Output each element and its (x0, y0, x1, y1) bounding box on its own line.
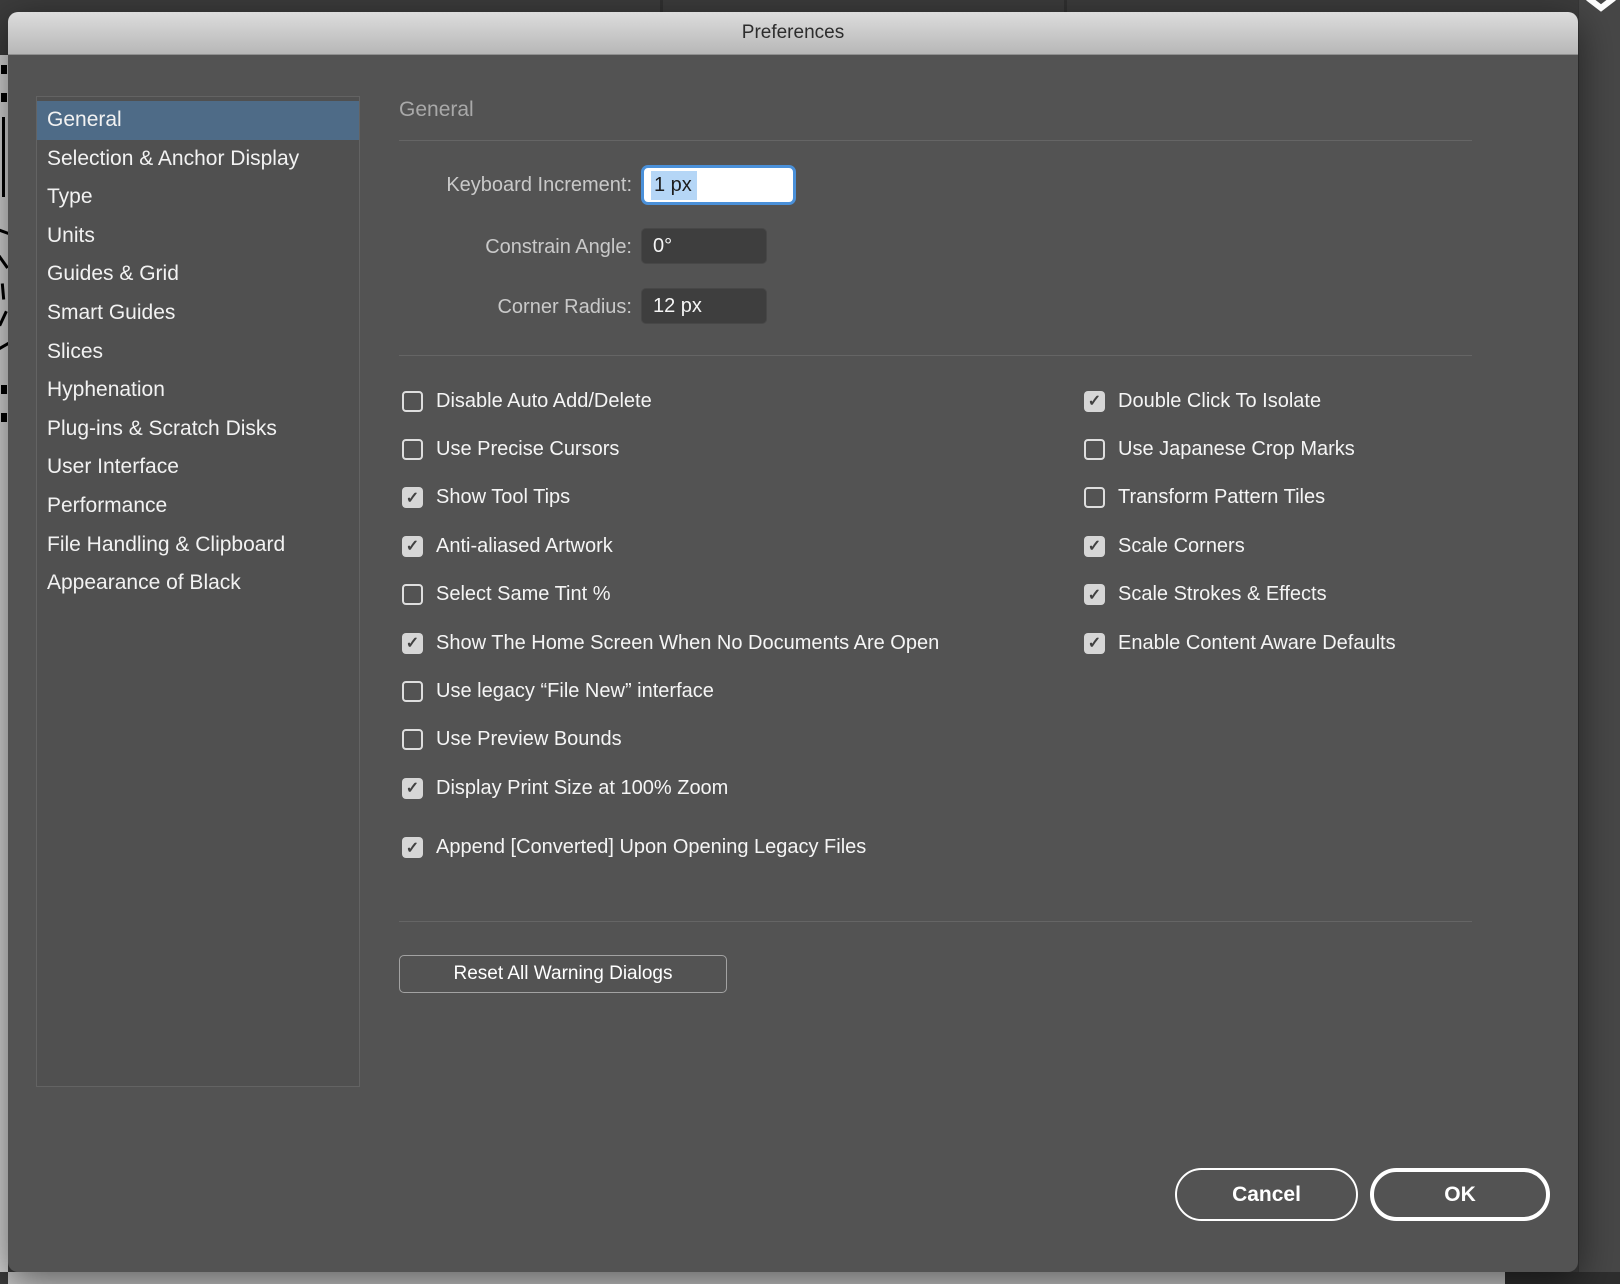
scale-strokes-effects-checkbox[interactable]: ✓ (1084, 584, 1105, 605)
show-the-home-screen-when-no-documents-are-open-label: Show The Home Screen When No Documents A… (436, 632, 939, 655)
checkbox-row-disable-auto-add-delete: Disable Auto Add/Delete (402, 377, 939, 425)
enable-content-aware-defaults-label: Enable Content Aware Defaults (1118, 632, 1396, 655)
background-artwork (0, 55, 8, 1272)
background-panel-divider (660, 0, 663, 12)
corner-radius-label: Corner Radius: (497, 296, 632, 319)
display-print-size-at-100-zoom-label: Display Print Size at 100% Zoom (436, 777, 728, 800)
append-converted-upon-opening-legacy-files-label: Append [Converted] Upon Opening Legacy F… (436, 836, 866, 859)
checkbox-row-use-japanese-crop-marks: Use Japanese Crop Marks (1084, 425, 1396, 473)
constrain-angle-label: Constrain Angle: (485, 236, 632, 259)
sidebar-item-type[interactable]: Type (37, 178, 359, 217)
background-panel-corner (1505, 1272, 1620, 1284)
dialog-title: Preferences (742, 22, 844, 44)
enable-content-aware-defaults-checkbox[interactable]: ✓ (1084, 633, 1105, 654)
background-right-panel (1578, 0, 1620, 1284)
disable-auto-add-delete-label: Disable Auto Add/Delete (436, 390, 652, 413)
use-legacy-file-new-interface-checkbox[interactable] (402, 681, 423, 702)
use-japanese-crop-marks-label: Use Japanese Crop Marks (1118, 438, 1355, 461)
anti-aliased-artwork-checkbox[interactable]: ✓ (402, 536, 423, 557)
sidebar-item-file-handling-clipboard[interactable]: File Handling & Clipboard (37, 526, 359, 565)
corner-radius-input[interactable]: 12 px (641, 288, 767, 324)
divider (399, 355, 1472, 356)
selected-text: 1 px (651, 171, 697, 200)
checkbox-row-use-preview-bounds: Use Preview Bounds (402, 716, 939, 764)
transform-pattern-tiles-checkbox[interactable] (1084, 487, 1105, 508)
scale-strokes-effects-label: Scale Strokes & Effects (1118, 583, 1327, 606)
anti-aliased-artwork-label: Anti-aliased Artwork (436, 535, 613, 558)
sidebar-item-slices[interactable]: Slices (37, 333, 359, 372)
sidebar-item-plug-ins-scratch-disks[interactable]: Plug-ins & Scratch Disks (37, 410, 359, 449)
keyboard-increment-label: Keyboard Increment: (446, 174, 632, 197)
divider (399, 140, 1472, 141)
dialog-titlebar[interactable]: Preferences (8, 12, 1578, 55)
use-legacy-file-new-interface-label: Use legacy “File New” interface (436, 680, 714, 703)
checkbox-row-anti-aliased-artwork: ✓ Anti-aliased Artwork (402, 522, 939, 570)
show-the-home-screen-when-no-documents-are-open-checkbox[interactable]: ✓ (402, 633, 423, 654)
checkbox-row-use-precise-cursors: Use Precise Cursors (402, 425, 939, 473)
disable-auto-add-delete-checkbox[interactable] (402, 391, 423, 412)
checkbox-row-enable-content-aware-defaults: ✓ Enable Content Aware Defaults (1084, 619, 1396, 667)
background-artboard-edge (8, 1272, 1505, 1284)
checkbox-row-transform-pattern-tiles: Transform Pattern Tiles (1084, 474, 1396, 522)
ok-button[interactable]: OK (1370, 1168, 1550, 1221)
divider (399, 921, 1472, 922)
append-converted-upon-opening-legacy-files-checkbox[interactable]: ✓ (402, 837, 423, 858)
checkbox-row-show-tool-tips: ✓ Show Tool Tips (402, 474, 939, 522)
reset-all-warning-dialogs-button[interactable]: Reset All Warning Dialogs (399, 955, 727, 993)
checkbox-column-left: Disable Auto Add/Delete Use Precise Curso… (402, 377, 939, 872)
double-click-to-isolate-checkbox[interactable]: ✓ (1084, 391, 1105, 412)
show-tool-tips-label: Show Tool Tips (436, 486, 570, 509)
checkbox-row-use-legacy-file-new-interface: Use legacy “File New” interface (402, 667, 939, 715)
background-panel-divider (1064, 0, 1067, 12)
checkbox-row-scale-strokes-effects: ✓ Scale Strokes & Effects (1084, 571, 1396, 619)
checkbox-row-display-print-size-at-100-zoom: ✓ Display Print Size at 100% Zoom (402, 764, 939, 812)
sidebar-item-general[interactable]: General (37, 101, 359, 140)
keyboard-increment-input[interactable]: 1 px (641, 165, 796, 205)
checkbox-row-show-the-home-screen-when-no-documents-are-open: ✓ Show The Home Screen When No Documents … (402, 619, 939, 667)
use-precise-cursors-checkbox[interactable] (402, 439, 423, 460)
sidebar-item-performance[interactable]: Performance (37, 487, 359, 526)
checkbox-column-right: ✓ Double Click To Isolate Use Japanese Cro… (1084, 377, 1396, 667)
sidebar-item-units[interactable]: Units (37, 217, 359, 256)
section-heading: General (399, 98, 474, 122)
scale-corners-checkbox[interactable]: ✓ (1084, 536, 1105, 557)
use-precise-cursors-label: Use Precise Cursors (436, 438, 619, 461)
scale-corners-label: Scale Corners (1118, 535, 1245, 558)
display-print-size-at-100-zoom-checkbox[interactable]: ✓ (402, 778, 423, 799)
sidebar-item-user-interface[interactable]: User Interface (37, 448, 359, 487)
select-same-tint-checkbox[interactable] (402, 584, 423, 605)
use-japanese-crop-marks-checkbox[interactable] (1084, 439, 1105, 460)
sidebar-item-hyphenation[interactable]: Hyphenation (37, 371, 359, 410)
checkbox-row-scale-corners: ✓ Scale Corners (1084, 522, 1396, 570)
double-click-to-isolate-label: Double Click To Isolate (1118, 390, 1321, 413)
preferences-dialog: Preferences GeneralSelection & Anchor Di… (8, 12, 1578, 1272)
transform-pattern-tiles-label: Transform Pattern Tiles (1118, 486, 1325, 509)
select-same-tint-label: Select Same Tint % (436, 583, 611, 606)
checkbox-row-append-converted-upon-opening-legacy-files: ✓ Append [Converted] Upon Opening Legacy … (402, 824, 939, 872)
use-preview-bounds-checkbox[interactable] (402, 729, 423, 750)
cancel-button[interactable]: Cancel (1175, 1168, 1358, 1221)
sidebar-item-appearance-of-black[interactable]: Appearance of Black (37, 564, 359, 603)
preferences-category-list: GeneralSelection & Anchor DisplayTypeUni… (36, 96, 360, 1087)
constrain-angle-input[interactable]: 0° (641, 228, 767, 264)
sidebar-item-guides-grid[interactable]: Guides & Grid (37, 255, 359, 294)
checkbox-row-double-click-to-isolate: ✓ Double Click To Isolate (1084, 377, 1396, 425)
show-tool-tips-checkbox[interactable]: ✓ (402, 487, 423, 508)
checkbox-row-select-same-tint: Select Same Tint % (402, 571, 939, 619)
chevron-down-icon (1586, 0, 1616, 12)
sidebar-item-smart-guides[interactable]: Smart Guides (37, 294, 359, 333)
sidebar-item-selection-anchor-display[interactable]: Selection & Anchor Display (37, 140, 359, 179)
use-preview-bounds-label: Use Preview Bounds (436, 728, 622, 751)
